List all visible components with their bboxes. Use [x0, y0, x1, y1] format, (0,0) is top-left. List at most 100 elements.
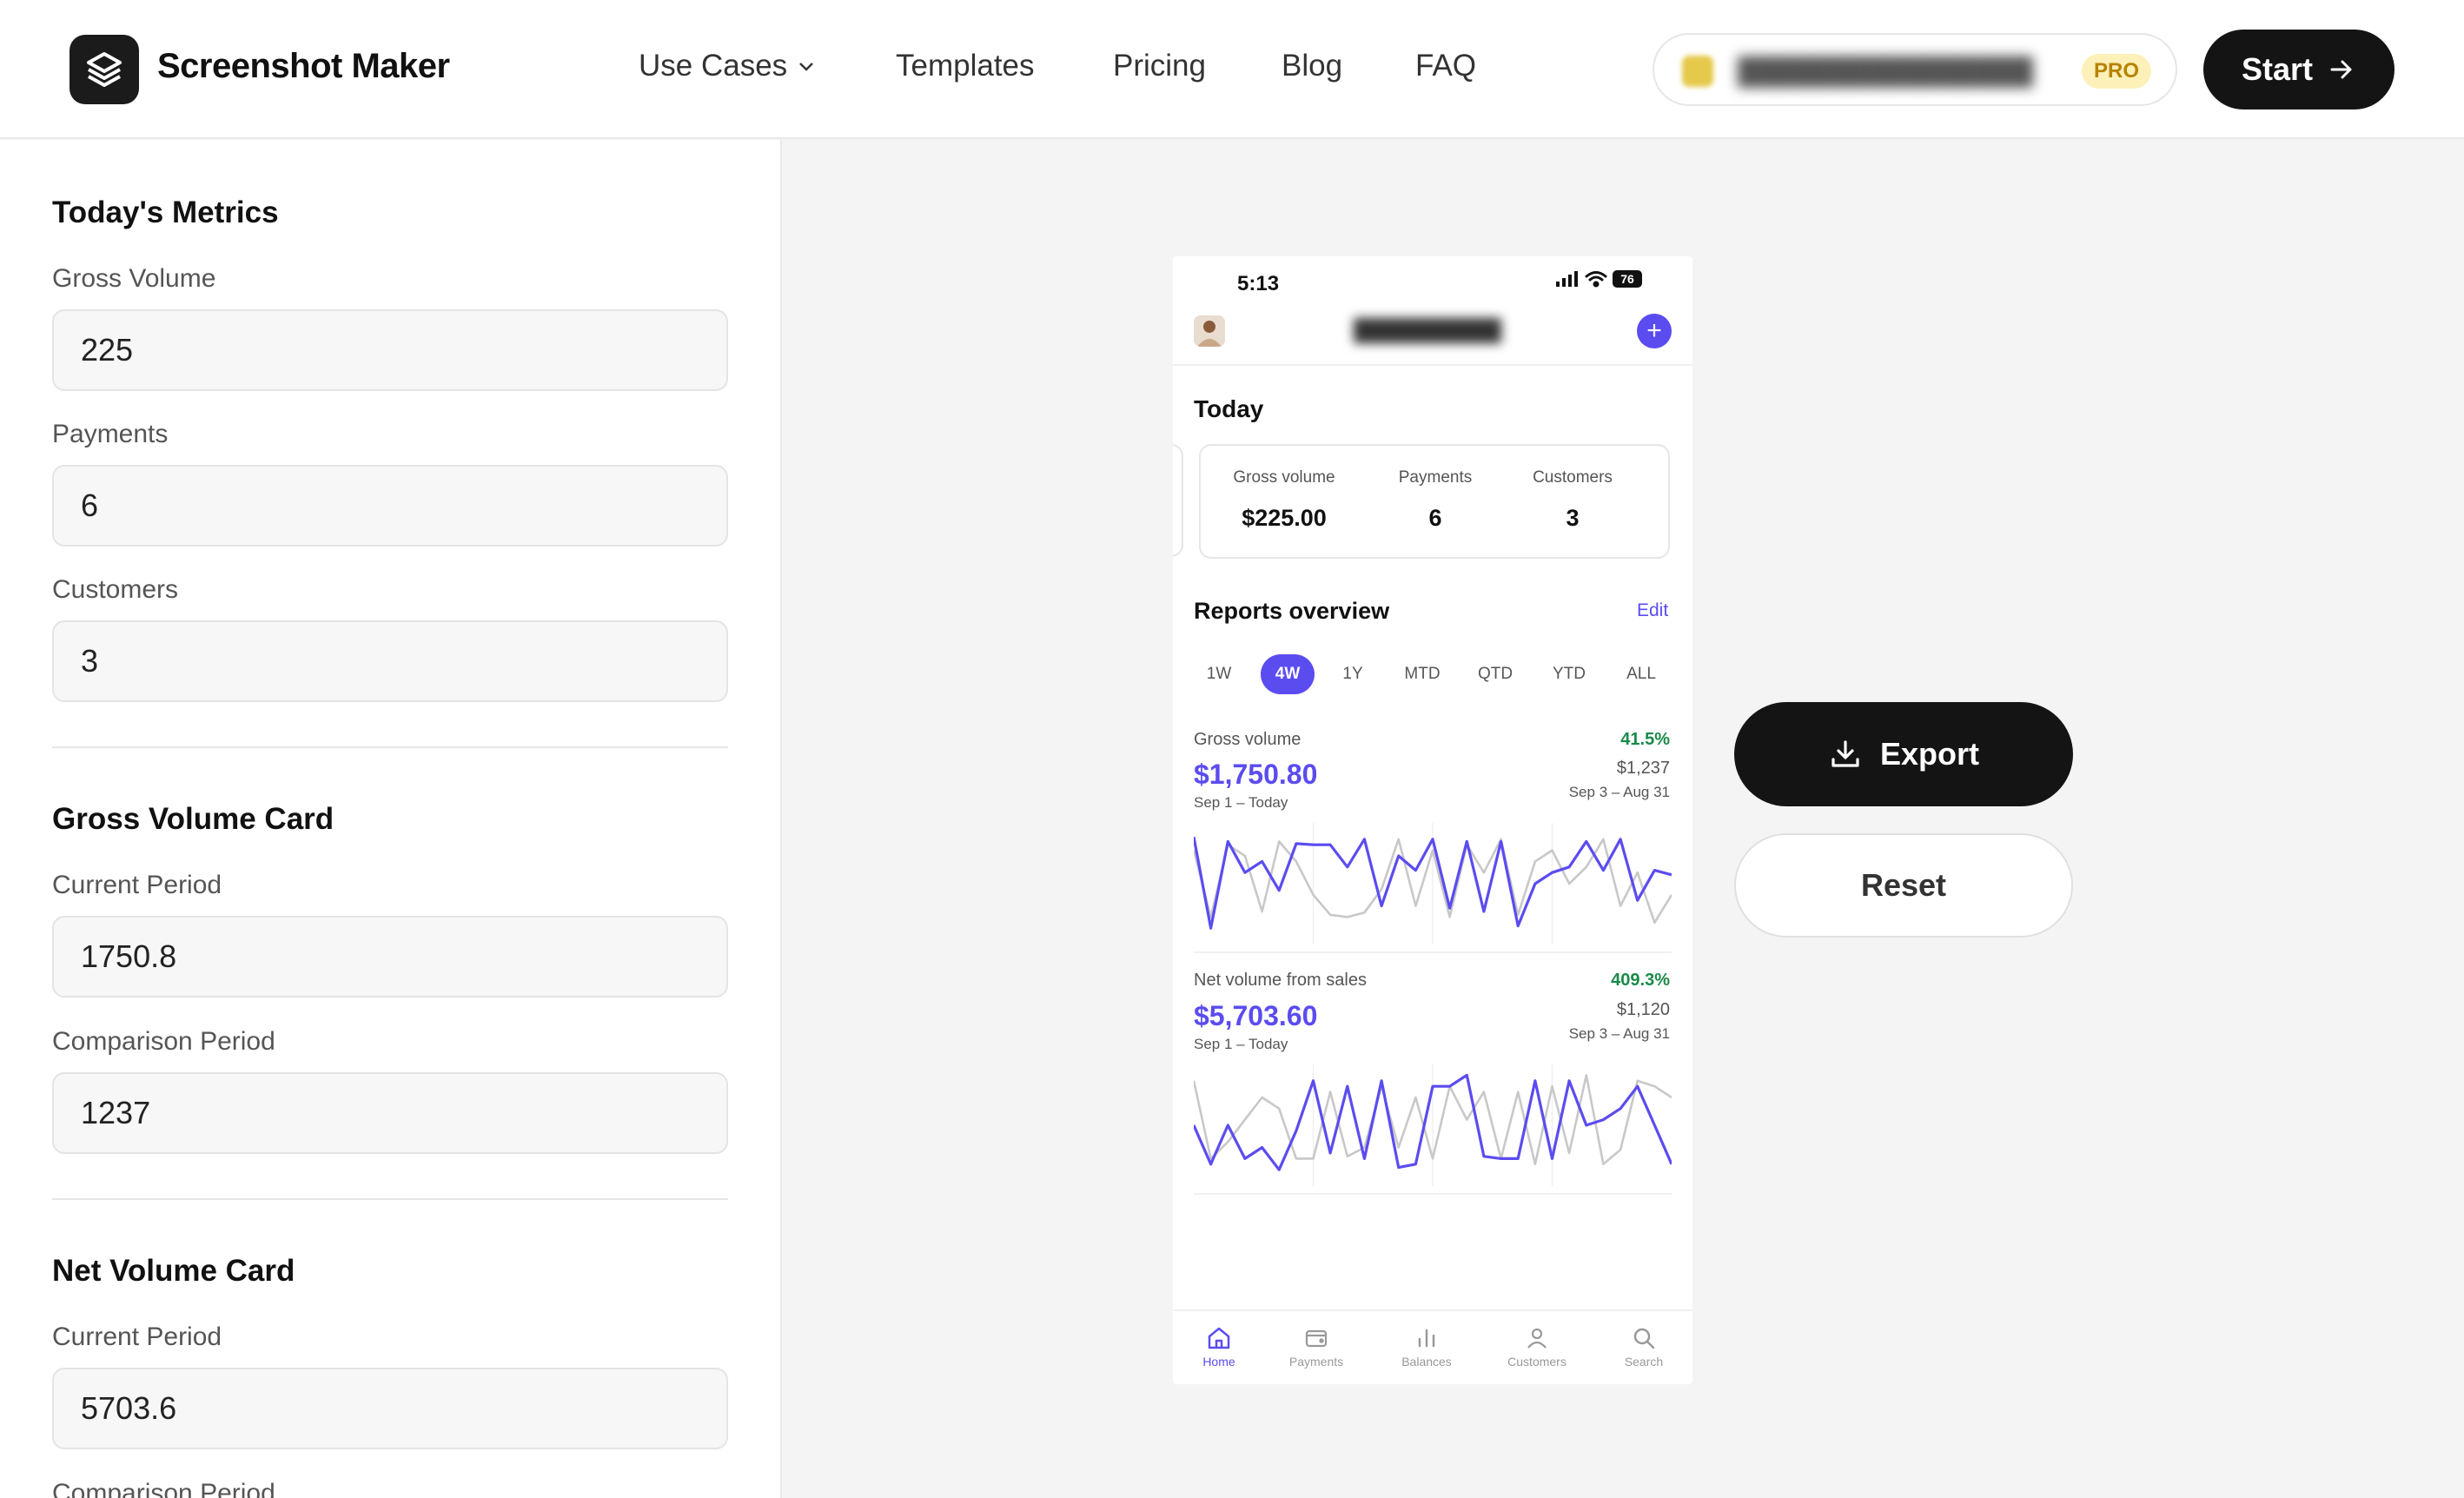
tab-ytd[interactable]: YTD — [1547, 654, 1591, 694]
reports-overview-title: Reports overview — [1194, 598, 1390, 624]
label-net-comparison-period: Comparison Period — [52, 1479, 275, 1498]
section-divider — [52, 746, 728, 748]
today-title: Today — [1194, 395, 1264, 422]
label-net-current-period: Current Period — [52, 1322, 222, 1351]
signal-icon — [1556, 271, 1578, 287]
net-volume-chart — [1194, 1064, 1672, 1186]
gross-chart-comparison: $1,237 — [1616, 759, 1670, 778]
net-chart-current-range: Sep 1 – Today — [1194, 1036, 1288, 1052]
wallet-icon — [1305, 1329, 1328, 1348]
nav-faq[interactable]: FAQ — [1415, 49, 1476, 83]
section-title-net-volume-card: Net Volume Card — [52, 1254, 295, 1288]
wifi-icon — [1585, 271, 1607, 288]
phone-preview: 5:13 76 ██████████ + Today Gross volume … — [1173, 256, 1692, 1384]
status-icons: 76 — [1555, 270, 1642, 288]
label-customers: Customers — [52, 575, 179, 604]
pro-badge: PRO — [2082, 54, 2151, 89]
today-metrics-card[interactable]: Gross volume $225.00 Payments 6 Customer… — [1199, 444, 1670, 559]
bottom-nav-payments[interactable]: Payments — [1268, 1325, 1364, 1369]
tab-mtd[interactable]: MTD — [1398, 654, 1447, 694]
tab-all[interactable]: ALL — [1619, 654, 1663, 694]
bottom-nav-label: Customers — [1507, 1355, 1566, 1369]
plus-icon[interactable]: + — [1637, 314, 1672, 348]
start-button[interactable]: Start — [2203, 30, 2394, 109]
edit-link[interactable]: Edit — [1637, 600, 1668, 621]
editor-sidebar: Today's Metrics Gross Volume 225 Payment… — [0, 140, 782, 1498]
gross-chart-current: $1,750.80 — [1194, 759, 1318, 790]
bottom-nav-home[interactable]: Home — [1173, 1325, 1267, 1369]
metric-label: Payments — [1398, 468, 1473, 487]
chevron-down-icon — [799, 63, 814, 71]
reset-button-label: Reset — [1860, 867, 1947, 903]
tab-qtd[interactable]: QTD — [1473, 654, 1518, 694]
chart-divider — [1194, 951, 1672, 953]
nav-use-cases-label: Use Cases — [639, 49, 788, 83]
tab-4w[interactable]: 4W — [1261, 654, 1315, 694]
gross-comparison-period-input[interactable]: 1237 — [52, 1072, 728, 1154]
profile-avatar[interactable] — [1194, 315, 1225, 347]
payments-input[interactable]: 6 — [52, 465, 728, 547]
gross-volume-chart — [1194, 823, 1672, 945]
label-gross-comparison-period: Comparison Period — [52, 1027, 275, 1056]
metric-card-ghost — [1173, 444, 1183, 557]
nav-templates[interactable]: Templates — [896, 49, 1035, 83]
export-button[interactable]: Export — [1734, 702, 2073, 806]
account-avatar — [1682, 56, 1713, 87]
tab-1y[interactable]: 1Y — [1335, 654, 1370, 694]
search-icon — [1633, 1328, 1655, 1349]
nav-pricing[interactable]: Pricing — [1113, 49, 1206, 83]
net-current-period-input[interactable]: 5703.6 — [52, 1368, 728, 1449]
net-chart-comparison: $1,120 — [1616, 1000, 1670, 1019]
start-button-label: Start — [2241, 51, 2314, 87]
bar-chart-icon — [1418, 1329, 1435, 1348]
brand-name[interactable]: Screenshot Maker — [157, 47, 450, 86]
net-chart-current: $5,703.60 — [1194, 1000, 1318, 1031]
gross-chart-change: 41.5% — [1620, 730, 1670, 749]
gross-chart-label: Gross volume — [1194, 730, 1302, 749]
gross-volume-input[interactable]: 225 — [52, 309, 728, 391]
bottom-nav-label: Search — [1624, 1355, 1664, 1369]
bottom-nav-label: Payments — [1288, 1355, 1344, 1369]
section-divider — [52, 1198, 728, 1200]
bottom-nav-customers[interactable]: Customers — [1489, 1325, 1585, 1369]
metric-label: Customers — [1533, 468, 1613, 487]
home-icon — [1208, 1327, 1230, 1349]
nav-blog[interactable]: Blog — [1282, 49, 1342, 83]
account-pill[interactable]: ████████████████ PRO — [1653, 33, 2177, 106]
reset-button[interactable]: Reset — [1734, 833, 2073, 938]
section-title-todays-metrics: Today's Metrics — [52, 196, 279, 229]
person-icon — [1527, 1328, 1547, 1349]
section-title-gross-volume-card: Gross Volume Card — [52, 802, 334, 836]
export-button-label: Export — [1879, 736, 1979, 772]
customers-input[interactable]: 3 — [52, 620, 728, 702]
bottom-nav-search[interactable]: Search — [1596, 1325, 1692, 1369]
account-name-blurred: ████████████████ — [1738, 57, 2034, 86]
label-gross-current-period: Current Period — [52, 871, 222, 899]
status-time: 5:13 — [1237, 272, 1280, 295]
bottom-nav-label: Home — [1202, 1355, 1235, 1369]
metric-label: Gross volume — [1233, 468, 1335, 487]
header-divider — [1173, 364, 1692, 366]
account-name-blurred: ██████████ — [1354, 319, 1502, 342]
arrow-right-icon — [2330, 60, 2352, 79]
nav-use-cases[interactable]: Use Cases — [639, 49, 817, 83]
net-chart-label: Net volume from sales — [1194, 971, 1367, 990]
net-chart-change: 409.3% — [1611, 971, 1670, 990]
metric-value: 6 — [1428, 505, 1442, 531]
bottom-nav-label: Balances — [1401, 1355, 1452, 1369]
metric-value: 3 — [1566, 505, 1580, 531]
bottom-nav-balances[interactable]: Balances — [1379, 1325, 1474, 1369]
gross-chart-current-range: Sep 1 – Today — [1194, 794, 1288, 811]
logo-icon[interactable] — [70, 35, 139, 104]
metric-value: $225.00 — [1242, 505, 1327, 531]
gross-chart-comparison-range: Sep 3 – Aug 31 — [1568, 784, 1670, 800]
label-gross-volume: Gross Volume — [52, 264, 216, 293]
download-icon — [1831, 740, 1859, 767]
gross-current-period-input[interactable]: 1750.8 — [52, 916, 728, 998]
chart-divider — [1194, 1193, 1672, 1195]
label-payments: Payments — [52, 420, 169, 448]
top-navbar: Screenshot Maker Use Cases Templates Pri… — [0, 0, 2464, 139]
net-chart-comparison-range: Sep 3 – Aug 31 — [1568, 1025, 1670, 1042]
battery-icon: 76 — [1613, 270, 1642, 288]
tab-1w[interactable]: 1W — [1201, 654, 1237, 694]
